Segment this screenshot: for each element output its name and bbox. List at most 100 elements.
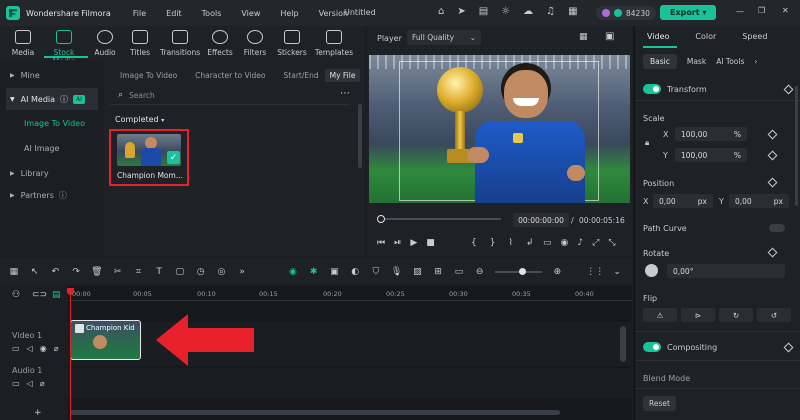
text-icon[interactable]: T (153, 266, 165, 278)
folder-icon[interactable]: ▭ (12, 344, 20, 353)
sidebar-item-ai-media[interactable]: ▼ AI Media ⓘ AI (6, 88, 98, 110)
menu-edit[interactable]: Edit (166, 9, 182, 18)
subtab-ai-tools[interactable]: AI Tools (716, 57, 744, 66)
fullscreen-icon[interactable]: ⤢ (592, 238, 599, 248)
speed-icon[interactable]: ◷ (195, 266, 207, 278)
redo-icon[interactable]: ↷ (70, 266, 82, 278)
eye-icon[interactable]: ◉ (40, 344, 47, 353)
shield-icon[interactable]: ⛉ (370, 266, 382, 278)
mark-out-icon[interactable]: } (490, 238, 496, 248)
store-icon[interactable]: ▤ (479, 6, 488, 17)
tab-video[interactable]: Video (647, 32, 669, 41)
video-clip[interactable]: Champion Kid (70, 320, 141, 360)
color-icon[interactable]: ◎ (216, 266, 228, 278)
chevron-right-icon[interactable]: › (754, 57, 757, 66)
speaker-icon[interactable]: ◁ (27, 379, 33, 388)
grid-add-icon[interactable]: ⊞ (432, 266, 444, 278)
flip-vertical-button[interactable]: ⊳ (681, 308, 715, 322)
more-icon[interactable]: ⋯ (340, 88, 350, 99)
playback-progress[interactable] (377, 218, 501, 220)
sidebar-item-partners[interactable]: ▶ Partners ⓘ (0, 184, 104, 206)
tab-start-end[interactable]: Start/End (284, 71, 319, 80)
menu-tools[interactable]: Tools (202, 9, 222, 18)
crop-icon[interactable]: ⌗ (133, 266, 145, 278)
display-icon[interactable]: ▭ (543, 238, 552, 248)
position-y-field[interactable]: 0,00 px (729, 194, 789, 208)
keyframe-icon[interactable] (783, 342, 794, 352)
tab-image-to-video[interactable]: Image To Video (120, 71, 177, 80)
grid-icon[interactable]: ▦ (568, 6, 577, 17)
sidebar-item-ai-image[interactable]: AI Image (0, 137, 104, 159)
zoom-slider-handle[interactable] (518, 268, 526, 275)
subtab-basic[interactable]: Basic (643, 54, 677, 69)
rotate-left-button[interactable]: ↺ (757, 308, 791, 322)
export-button[interactable]: Export ▾ (660, 5, 717, 20)
mark-in-icon[interactable]: { (471, 238, 477, 248)
lock-track-icon[interactable]: ⌀ (40, 379, 45, 388)
microphone-icon[interactable]: 🎙︎ (391, 266, 403, 278)
marker-icon[interactable]: ◐ (349, 266, 361, 278)
rotate-right-button[interactable]: ↻ (719, 308, 753, 322)
add-track-icon[interactable]: ⚇ (12, 290, 20, 300)
reset-button[interactable]: Reset (643, 396, 676, 411)
tab-my-file[interactable]: My File (324, 69, 361, 82)
rotate-field[interactable]: 0,00° (667, 264, 785, 278)
keyframe-icon[interactable] (767, 177, 778, 188)
link-icon[interactable]: ⊂⊃ (32, 290, 47, 300)
timeline-playhead[interactable] (70, 288, 71, 420)
image-icon[interactable]: ▨ (412, 266, 424, 278)
flip-horizontal-button[interactable]: ⚠ (643, 308, 677, 322)
horizontal-scrollbar[interactable] (70, 410, 560, 415)
split-icon[interactable]: ⌇ (508, 238, 512, 248)
minimize-icon[interactable]: — (736, 7, 744, 16)
lock-track-icon[interactable]: ⌀ (54, 344, 59, 353)
maximize-icon[interactable]: ❐ (758, 6, 765, 15)
speaker-icon[interactable]: ◁ (27, 344, 33, 353)
completed-dropdown[interactable]: Completed ▾ (115, 115, 164, 124)
keyframe-icon[interactable] (767, 247, 778, 258)
transform-section[interactable]: Transform (643, 84, 794, 94)
ai-mate-icon[interactable]: ◉ (287, 266, 299, 278)
compositing-section[interactable]: Compositing (643, 342, 794, 352)
expand-icon[interactable]: ⤡ (608, 238, 615, 248)
headset-icon[interactable]: ♫ (546, 6, 555, 17)
menu-file[interactable]: File (133, 9, 146, 18)
transform-toggle[interactable] (643, 84, 661, 94)
grip-icon[interactable]: ⋮⋮ (586, 266, 604, 278)
position-x-field[interactable]: 0,00 px (653, 194, 713, 208)
zoom-in-icon[interactable]: ⊕ (552, 266, 564, 278)
grid-view-icon[interactable]: ▦ (579, 32, 588, 42)
compositing-toggle[interactable] (643, 342, 661, 352)
tab-character-to-video[interactable]: Character to Video (195, 71, 265, 80)
scale-y-field[interactable]: 100,00% (675, 148, 747, 162)
snapshot-icon[interactable]: ▣ (605, 31, 614, 42)
path-curve-toggle[interactable] (769, 224, 785, 232)
chevron-down-icon[interactable]: ⌄ (611, 266, 623, 278)
playhead-handle[interactable] (377, 215, 385, 223)
scrollbar[interactable] (358, 104, 362, 168)
tab-color[interactable]: Color (695, 32, 716, 41)
more-tools-icon[interactable]: » (236, 266, 248, 278)
pip-icon[interactable]: ▭ (453, 266, 465, 278)
select-icon[interactable]: ↖ (29, 266, 41, 278)
credits-badge[interactable]: 84230 (596, 6, 656, 20)
help-icon[interactable]: ⓘ (60, 94, 68, 105)
insert-icon[interactable]: ↲ (526, 238, 534, 248)
gift-icon[interactable]: ⌂ (438, 6, 444, 17)
keyframe-icon[interactable] (767, 150, 778, 161)
sidebar-item-image-to-video[interactable]: Image To Video (0, 112, 104, 134)
step-back-icon[interactable]: ⏮ (377, 238, 385, 248)
zoom-out-icon[interactable]: ⊖ (474, 266, 486, 278)
close-icon[interactable]: ✕ (782, 6, 789, 15)
current-time[interactable]: 00:00:00:00 (513, 213, 569, 227)
audio-level-icon[interactable]: ♪ (577, 238, 583, 248)
search-input[interactable]: Search (129, 91, 155, 100)
camera-icon[interactable]: ◉ (561, 238, 569, 248)
stop-icon[interactable]: ■ (426, 238, 435, 248)
media-item-highlight[interactable]: ✓ Champion Mom... (109, 129, 189, 186)
keyframe-icon[interactable] (767, 129, 778, 140)
bulb-icon[interactable]: ☼ (501, 6, 510, 17)
render-icon[interactable]: ▣ (329, 266, 341, 278)
folder-icon[interactable]: ▭ (12, 379, 20, 388)
send-icon[interactable]: ➤ (457, 6, 465, 17)
